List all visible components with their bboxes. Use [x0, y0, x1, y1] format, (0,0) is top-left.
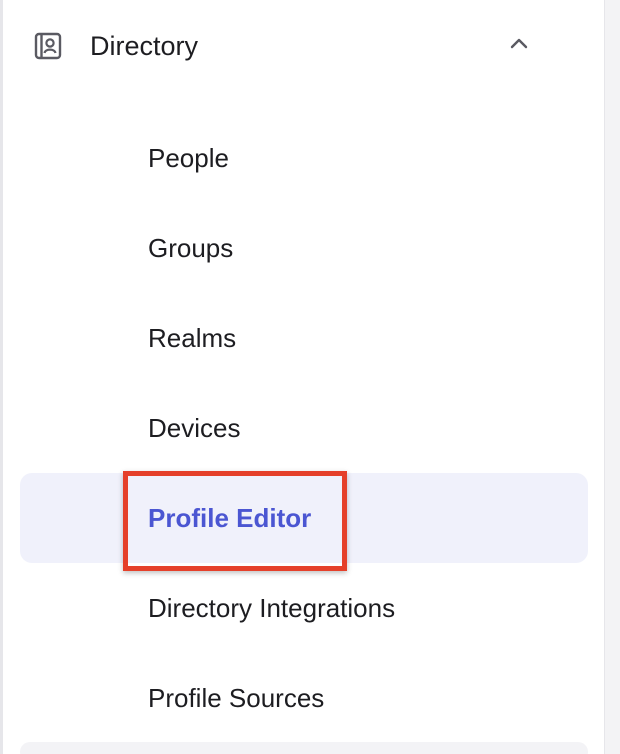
section-title: Directory	[90, 31, 199, 61]
sidebar-item-profile-sources[interactable]: Profile Sources	[20, 653, 588, 743]
sidebar-item-label: Profile Sources	[148, 683, 325, 713]
sidebar-item-realms[interactable]: Realms	[20, 293, 588, 383]
sidebar-item-label: Realms	[148, 323, 237, 353]
sidebar-item-label: Groups	[148, 233, 234, 263]
left-divider	[0, 0, 3, 754]
sidebar-item-label: Devices	[148, 413, 241, 443]
chevron-up-icon[interactable]	[507, 32, 531, 56]
directory-icon	[34, 32, 62, 60]
scrollbar-track[interactable]	[604, 0, 620, 754]
sidebar-item-label: People	[148, 143, 229, 173]
highlight-box	[123, 471, 347, 571]
sidebar-item-groups[interactable]: Groups	[20, 203, 588, 293]
sidebar-item-directory-integrations[interactable]: Directory Integrations	[20, 563, 588, 653]
sidebar-item-label: Directory Integrations	[148, 593, 396, 623]
next-section-header[interactable]	[20, 742, 588, 754]
sidebar-item-devices[interactable]: Devices	[20, 383, 588, 473]
sidebar-item-people[interactable]: People	[20, 113, 588, 203]
sidebar-panel: Directory People Groups Realms Devices P…	[0, 0, 620, 754]
